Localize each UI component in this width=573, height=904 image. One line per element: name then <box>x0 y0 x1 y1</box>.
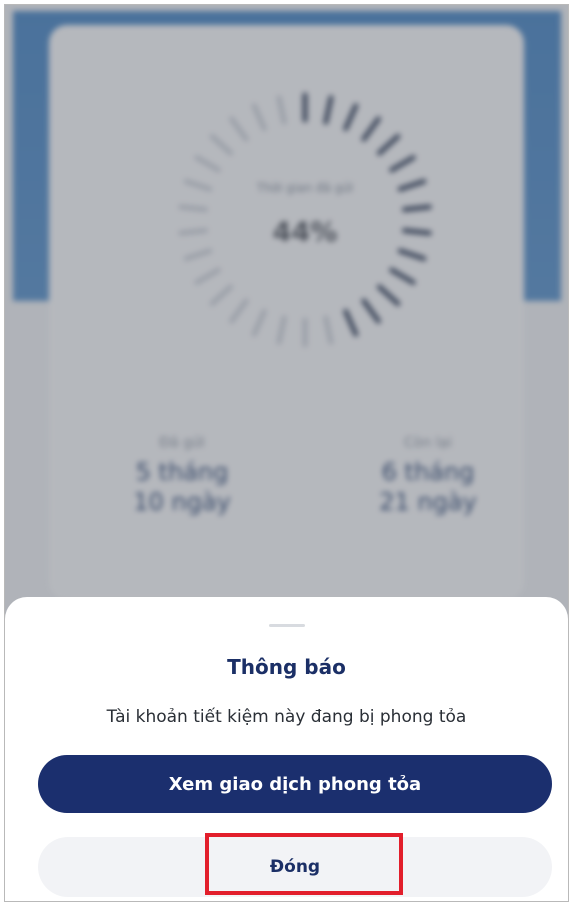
sheet-handle[interactable] <box>269 624 305 627</box>
view-blocked-transactions-button[interactable]: Xem giao dịch phong tỏa <box>38 755 552 813</box>
sheet-message: Tài khoản tiết kiệm này đang bị phong tỏ… <box>106 707 467 727</box>
highlight-box <box>205 833 403 895</box>
screen-frame: Thời gian đã gửi 44% Đã gửi 5 tháng 10 n… <box>4 4 569 902</box>
sheet-title: Thông báo <box>227 655 346 679</box>
